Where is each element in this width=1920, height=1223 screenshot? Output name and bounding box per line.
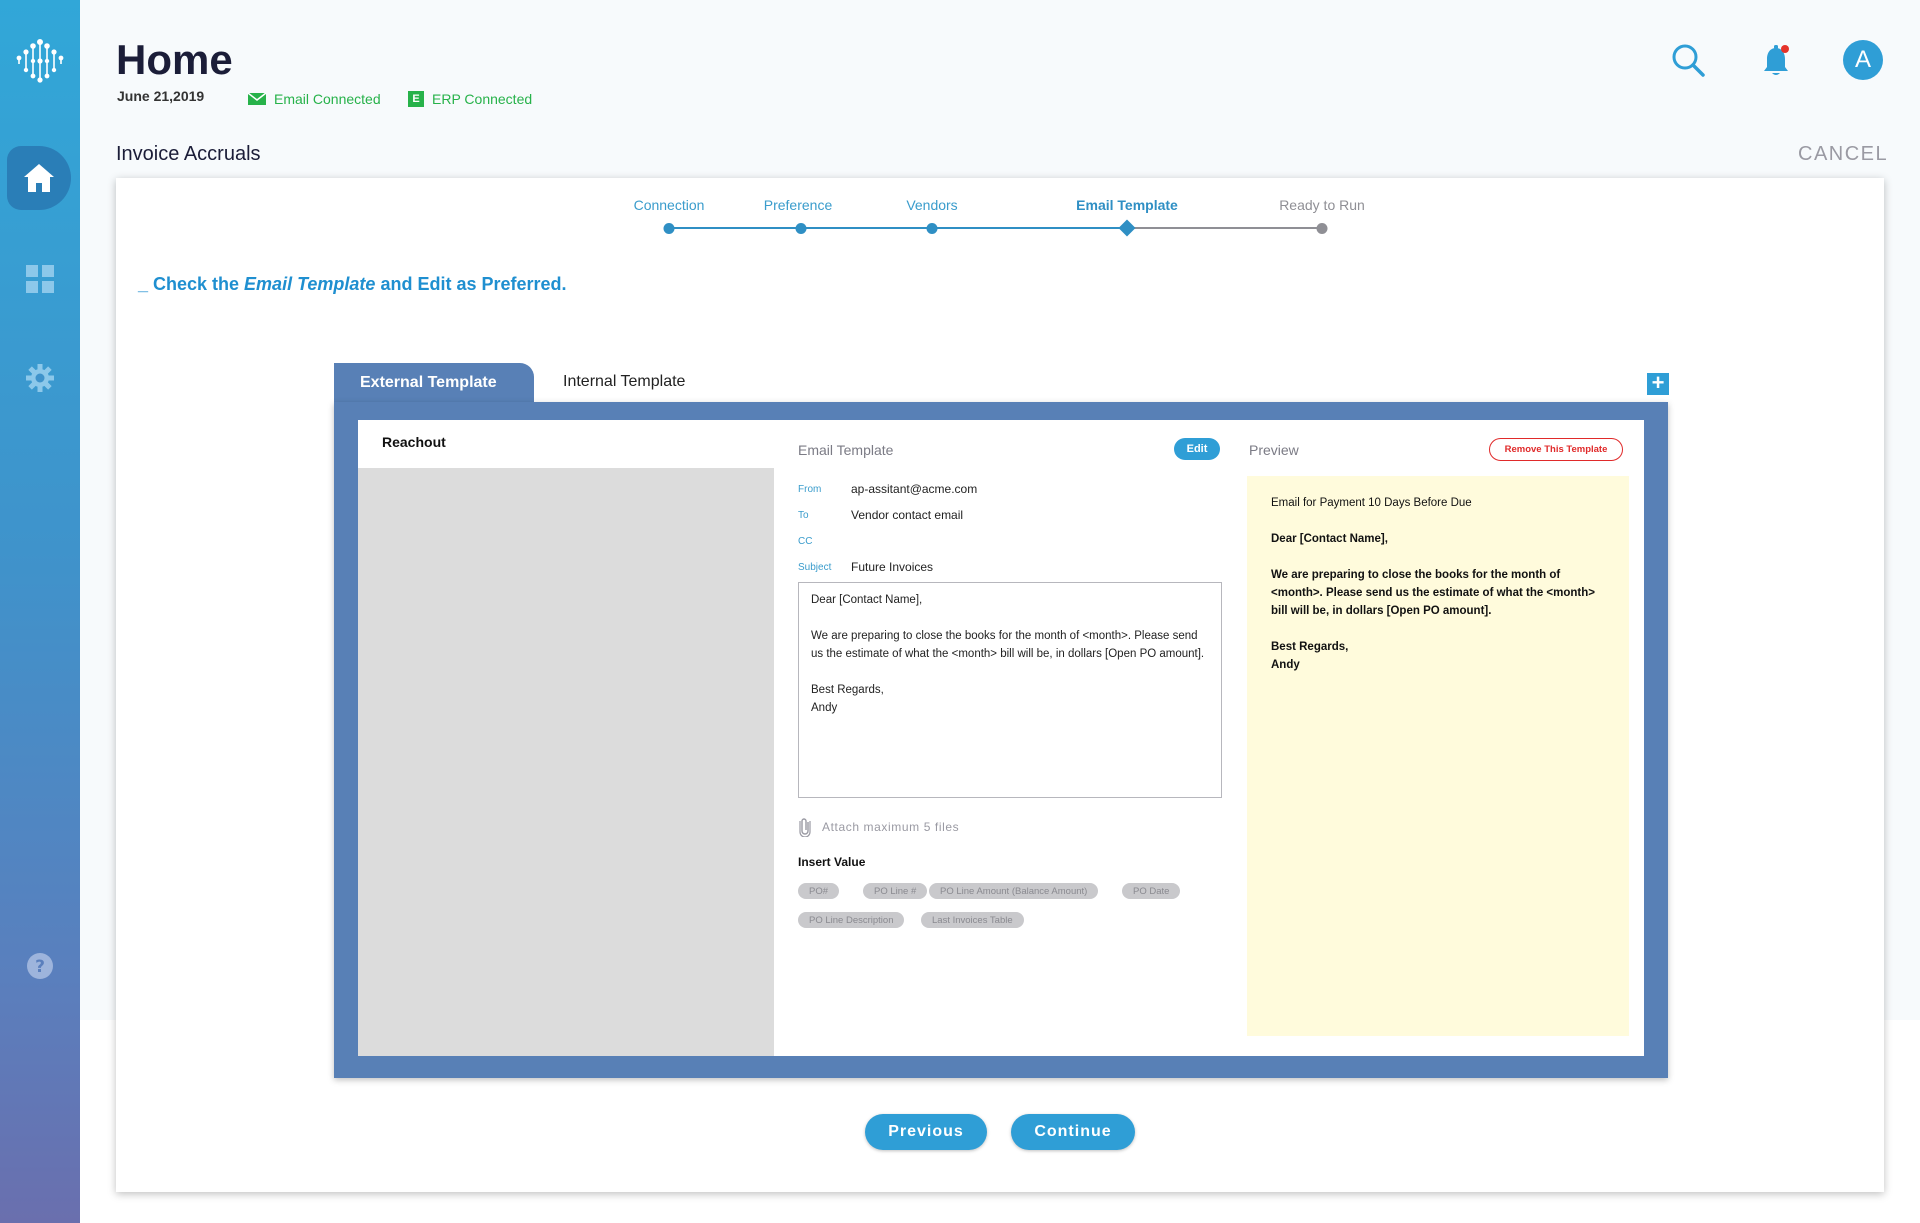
erp-status-label: ERP Connected [432, 91, 533, 107]
section-title: Invoice Accruals [116, 143, 261, 165]
step-connection-label[interactable]: Connection [634, 197, 705, 213]
grid-icon [26, 265, 54, 293]
page-title: Home [116, 36, 233, 83]
instruction-text: _ Check the Email Template and Edit as P… [138, 274, 567, 295]
attach-label: Attach maximum 5 files [822, 820, 960, 834]
step-ready-to-run-dot[interactable] [1316, 223, 1328, 234]
gear-icon [26, 364, 54, 392]
from-value[interactable]: ap-assitant@acme.com [851, 482, 977, 496]
body-greeting: Dear [Contact Name], [811, 594, 923, 606]
email-body-editor[interactable]: Dear [Contact Name], We are preparing to… [798, 582, 1222, 798]
reachout-list[interactable] [358, 468, 774, 1056]
help-icon: ? [27, 953, 53, 979]
search-icon [1672, 44, 1705, 77]
email-template-heading: Email Template [798, 442, 894, 458]
avatar[interactable]: A [1843, 40, 1883, 80]
step-vendors-label[interactable]: Vendors [906, 197, 957, 213]
preview-greeting: Dear [Contact Name], [1271, 533, 1388, 545]
svg-text:?: ? [35, 957, 45, 977]
envelope-icon [248, 93, 266, 105]
email-template-column: Email Template Edit From ap-assitant@acm… [798, 420, 1222, 1056]
step-email-template-dot[interactable] [1118, 219, 1136, 237]
insert-value-title: Insert Value [798, 855, 866, 869]
nav-settings[interactable] [22, 360, 58, 396]
tab-external-template[interactable]: External Template [334, 363, 534, 403]
from-label: From [798, 484, 822, 495]
chip-po-line-number[interactable]: PO Line # [863, 883, 928, 899]
preview-signature: Andy [1271, 659, 1300, 671]
reachout-title: Reachout [382, 434, 446, 450]
reachout-column: Reachout [358, 420, 774, 1056]
home-icon [24, 164, 54, 192]
brand-logo-icon[interactable] [12, 36, 68, 86]
preview-closing: Best Regards, [1271, 641, 1349, 653]
chip-po-line-amount[interactable]: PO Line Amount (Balance Amount) [929, 883, 1099, 899]
bell-icon [1764, 45, 1789, 75]
wizard-card: Connection Preference Vendors Email Temp… [116, 178, 1884, 1192]
to-value[interactable]: Vendor contact email [851, 508, 963, 522]
attach-files[interactable]: Attach maximum 5 files [798, 817, 959, 837]
tab-internal-template[interactable]: Internal Template [563, 373, 685, 391]
cc-label: CC [798, 536, 813, 547]
chip-po-date[interactable]: PO Date [1122, 883, 1181, 899]
preview-subject: Email for Payment 10 Days Before Due [1271, 497, 1472, 509]
chip-po-number[interactable]: PO# [798, 883, 840, 899]
progress-stepper: Connection Preference Vendors Email Temp… [116, 178, 1884, 248]
body-closing: Best Regards, [811, 684, 884, 696]
email-status-label: Email Connected [274, 91, 381, 107]
continue-button[interactable]: Continue [1011, 1114, 1135, 1150]
erp-status: E ERP Connected [408, 91, 532, 107]
step-vendors-dot[interactable] [926, 223, 938, 234]
body-text: We are preparing to close the books for … [811, 630, 1205, 660]
template-panel: Reachout Email Template Edit From ap-ass… [334, 402, 1668, 1078]
email-preview: Email for Payment 10 Days Before Due Dea… [1247, 476, 1629, 1036]
edit-button[interactable]: Edit [1174, 438, 1220, 460]
search-button[interactable] [1670, 42, 1706, 78]
step-preference-label[interactable]: Preference [764, 197, 832, 213]
instruction-suffix: and Edit as Preferred. [375, 274, 567, 294]
body-signature: Andy [811, 702, 838, 714]
previous-button[interactable]: Previous [865, 1114, 987, 1150]
page-date: June 21,2019 [117, 88, 205, 104]
chip-po-line-description[interactable]: PO Line Description [798, 912, 905, 928]
instruction-emphasis: Email Template [244, 274, 376, 294]
template-tabs: External Template Internal Template + [334, 363, 1669, 403]
paperclip-icon [799, 818, 811, 837]
chip-last-invoices-table[interactable]: Last Invoices Table [921, 912, 1024, 928]
nav-home[interactable] [7, 146, 71, 210]
template-panel-inner: Reachout Email Template Edit From ap-ass… [358, 420, 1644, 1056]
nav-dashboard[interactable] [22, 261, 58, 297]
subject-label: Subject [798, 562, 832, 573]
step-connection-dot[interactable] [663, 223, 675, 234]
cancel-button[interactable]: CANCEL [1798, 143, 1888, 166]
remove-template-button[interactable]: Remove This Template [1489, 438, 1623, 461]
step-preference-dot[interactable] [795, 223, 807, 234]
sidebar: ? [0, 0, 80, 1223]
preview-heading: Preview [1249, 442, 1299, 458]
preview-column: Preview Remove This Template Email for P… [1247, 420, 1629, 1056]
to-label: To [798, 510, 809, 521]
preview-text: We are preparing to close the books for … [1271, 569, 1595, 617]
step-ready-to-run-label[interactable]: Ready to Run [1279, 197, 1365, 213]
email-status: Email Connected [248, 91, 381, 107]
erp-badge-icon: E [408, 91, 424, 107]
add-template-button[interactable]: + [1647, 372, 1669, 395]
stepper-line-pending [1127, 227, 1327, 229]
subject-value[interactable]: Future Invoices [851, 560, 933, 574]
nav-help[interactable]: ? [22, 948, 58, 984]
instruction-prefix: _ Check the [138, 274, 245, 294]
step-email-template-label[interactable]: Email Template [1076, 197, 1178, 213]
notifications-button[interactable] [1760, 42, 1792, 78]
